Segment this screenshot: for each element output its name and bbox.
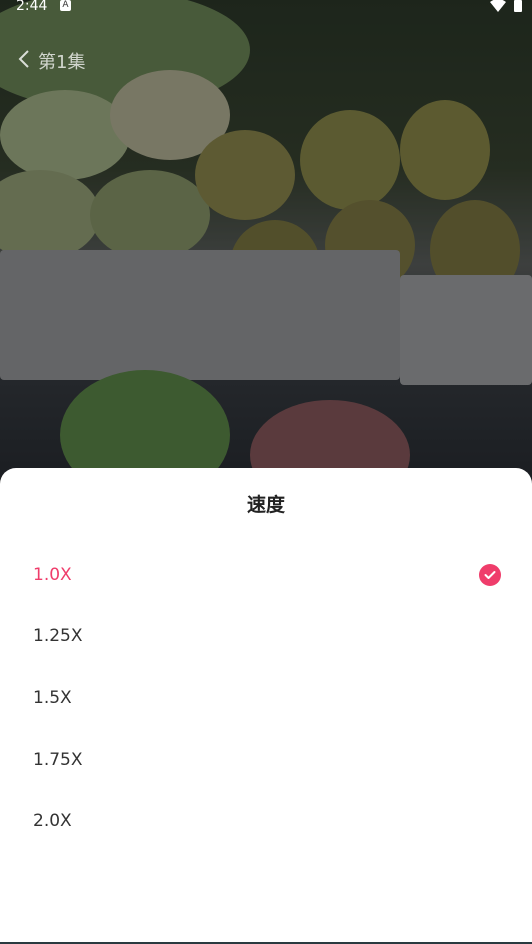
notification-icon: A: [60, 0, 71, 11]
episode-title: 第1集: [38, 52, 86, 73]
speed-bottom-sheet: 速度 1.0X 1.25X 1.5X 1.75X 2.0X: [0, 468, 532, 944]
sheet-title: 速度: [246, 494, 285, 516]
speed-option-label: 1.0X: [33, 564, 72, 585]
status-time: 2:44: [16, 0, 48, 14]
chevron-left-icon: [18, 49, 30, 73]
speed-option-label: 1.25X: [33, 626, 83, 647]
battery-icon: [514, 0, 522, 12]
status-bar: 2:44 A: [0, 0, 532, 14]
back-button[interactable]: 第1集: [18, 48, 85, 74]
speed-option-list: 1.0X 1.25X 1.5X 1.75X 2.0X: [0, 544, 532, 852]
speed-option-2-0x[interactable]: 2.0X: [0, 790, 532, 852]
wifi-icon: [490, 0, 506, 17]
speed-option-1-25x[interactable]: 1.25X: [0, 606, 532, 668]
speed-option-1-75x[interactable]: 1.75X: [0, 729, 532, 791]
speed-option-1-0x[interactable]: 1.0X: [0, 544, 532, 606]
speed-option-1-5x[interactable]: 1.5X: [0, 667, 532, 729]
check-icon: [479, 564, 501, 586]
speed-option-label: 1.75X: [33, 749, 83, 770]
speed-option-label: 1.5X: [33, 687, 72, 708]
speed-option-label: 2.0X: [33, 811, 72, 832]
top-bar: 第1集: [18, 46, 85, 76]
